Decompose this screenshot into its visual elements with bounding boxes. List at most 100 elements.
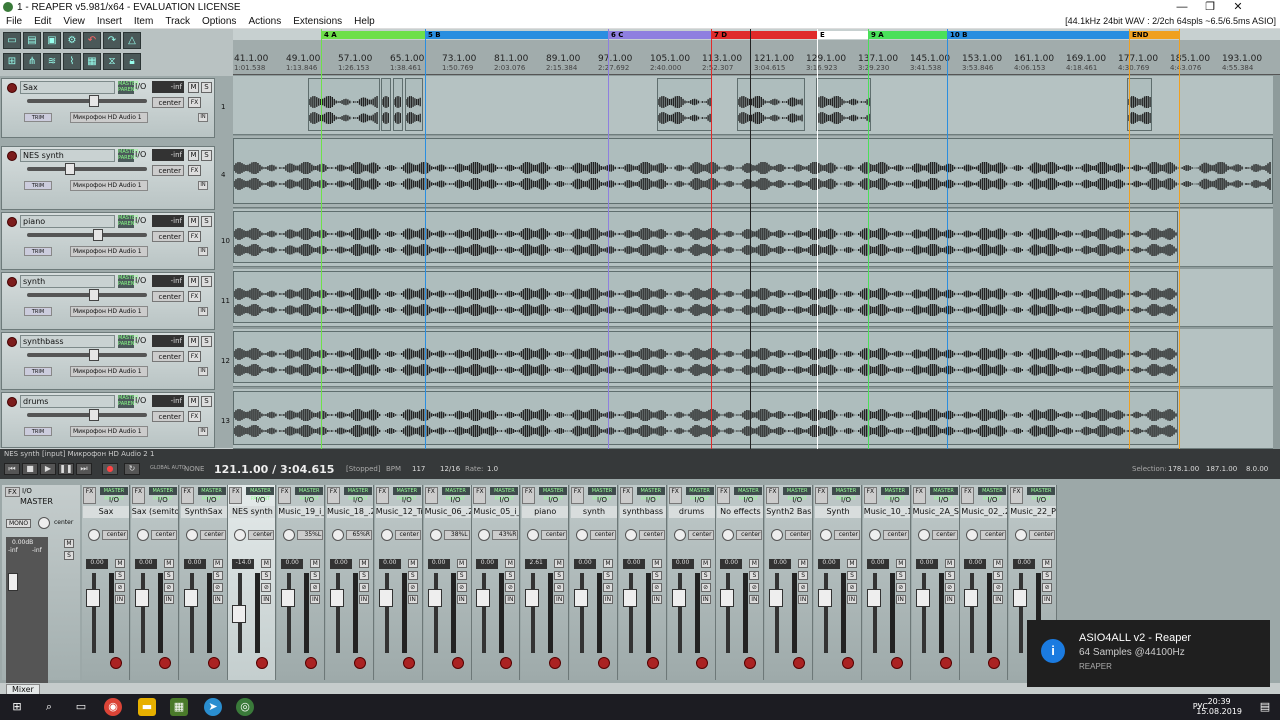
track-name[interactable]: drums <box>20 395 115 408</box>
record-arm-icon[interactable] <box>7 151 17 161</box>
fader-knob[interactable] <box>89 289 99 301</box>
undo-icon[interactable]: ↶ <box>83 32 101 49</box>
fx-button[interactable]: FX <box>188 291 201 302</box>
record-arm-icon[interactable] <box>7 397 17 407</box>
input-monitor-button[interactable]: IN <box>198 427 208 436</box>
strip-record-arm-icon[interactable] <box>451 657 464 669</box>
track-lane-5[interactable] <box>233 389 1273 449</box>
strip-fader[interactable] <box>671 589 686 607</box>
volume-fader[interactable] <box>27 409 147 421</box>
strip-volume[interactable]: 0.00 <box>622 559 645 569</box>
io-button[interactable]: I/O <box>135 336 146 345</box>
track-name[interactable]: Sax <box>20 81 115 94</box>
pan-knob[interactable] <box>380 529 393 541</box>
strip-mute[interactable]: M <box>749 559 760 568</box>
menu-insert[interactable]: Insert <box>91 16 128 27</box>
menu-track[interactable]: Track <box>159 16 196 27</box>
strip-input[interactable]: IN <box>310 595 321 604</box>
pan-knob[interactable] <box>136 529 149 541</box>
mixer-strip-15[interactable]: FX MASTER PARENT I/O Synth center 0.00 M… <box>814 485 862 694</box>
strip-fader[interactable] <box>183 589 198 607</box>
input-monitor-button[interactable]: IN <box>198 307 208 316</box>
mute-button[interactable]: M <box>188 82 199 93</box>
input-monitor-button[interactable]: IN <box>198 113 208 122</box>
strip-mute[interactable]: M <box>554 559 565 568</box>
close-icon[interactable]: ✕ <box>1224 0 1252 14</box>
mute-button[interactable]: M <box>188 276 199 287</box>
strip-name[interactable]: Music_19_i_5 <box>278 506 325 518</box>
strip-fx-button[interactable]: FX <box>327 487 340 504</box>
strip-io-button[interactable]: I/O <box>246 496 274 504</box>
media-item[interactable] <box>308 78 380 131</box>
region-0[interactable]: 4 A <box>321 31 425 39</box>
strip-fx-button[interactable]: FX <box>717 487 731 504</box>
strip-fx-button[interactable]: FX <box>180 487 194 504</box>
strip-io-button[interactable]: I/O <box>686 496 714 504</box>
mute-button[interactable]: M <box>188 216 199 227</box>
strip-volume[interactable]: 0.00 <box>964 559 987 569</box>
metronome-icon[interactable]: △ <box>123 32 141 49</box>
solo-button[interactable]: S <box>201 336 212 347</box>
selection-end[interactable]: 187.1.00 <box>1206 465 1237 473</box>
strip-fx-button[interactable]: FX <box>131 487 145 504</box>
master-io[interactable]: I/O <box>22 487 32 495</box>
strip-input[interactable]: IN <box>505 595 516 604</box>
strip-mute[interactable]: M <box>163 559 174 568</box>
master-volume[interactable]: 0.00dB <box>12 539 33 546</box>
region-bar[interactable]: 4 A5 B6 C7 DE9 A 10 B END <box>233 29 1280 40</box>
strip-name[interactable]: Music_06_.25 <box>424 506 471 518</box>
strip-solo[interactable]: S <box>359 571 369 580</box>
strip-route-button[interactable]: MASTER PARENT <box>1027 487 1056 502</box>
strip-route-button[interactable]: MASTER PARENT <box>100 487 128 502</box>
strip-pan[interactable]: center <box>834 530 860 540</box>
strip-pan[interactable]: center <box>638 530 665 540</box>
strip-name[interactable]: Music_18_.25 <box>327 506 373 518</box>
route-button[interactable]: MASTER PARENT <box>118 395 139 408</box>
strip-solo[interactable]: S <box>895 571 906 580</box>
strip-input[interactable]: IN <box>554 595 565 604</box>
region-1[interactable]: 5 B <box>425 31 608 39</box>
strip-route-button[interactable]: MASTER PARENT <box>344 487 372 502</box>
strip-fx-button[interactable]: FX <box>815 487 828 504</box>
minimize-icon[interactable]: — <box>1168 0 1196 14</box>
strip-io-button[interactable]: I/O <box>1027 496 1055 504</box>
strip-name[interactable]: Synth <box>815 506 861 518</box>
mixer-strip-5[interactable]: FX MASTER PARENT I/O Music_18_.25 65%R 0… <box>326 485 374 694</box>
strip-route-button[interactable]: MASTER PARENT <box>978 487 1007 502</box>
strip-solo[interactable]: S <box>505 571 516 580</box>
chrome-icon[interactable]: ◉ <box>104 698 122 716</box>
input-select[interactable]: Микрофон HD Audio 1 <box>70 306 148 317</box>
strip-pan[interactable]: center <box>1029 530 1056 540</box>
fader-knob[interactable] <box>89 95 99 107</box>
selection-length[interactable]: 8.0.00 <box>1246 465 1268 473</box>
mixer-strip-8[interactable]: FX MASTER PARENT I/O Music_05_i_5 43%R 0… <box>472 485 521 694</box>
strip-solo[interactable]: S <box>651 571 662 580</box>
strip-pan[interactable]: center <box>687 530 714 540</box>
strip-pan[interactable]: center <box>736 530 763 540</box>
trim-button[interactable]: TRIM <box>24 181 52 190</box>
region-5[interactable]: 9 A <box>868 31 947 39</box>
strip-record-arm-icon[interactable] <box>646 657 659 669</box>
media-item[interactable] <box>381 78 391 131</box>
strip-mute[interactable]: M <box>651 559 662 568</box>
strip-io-button[interactable]: I/O <box>100 496 128 504</box>
strip-fx-button[interactable]: FX <box>863 487 877 504</box>
strip-fader[interactable] <box>378 589 393 607</box>
strip-input[interactable]: IN <box>407 595 418 604</box>
strip-io-button[interactable]: I/O <box>588 496 616 504</box>
track-3[interactable]: synth MASTER PARENT I/O -inf M S center … <box>1 272 230 330</box>
fx-button[interactable]: FX <box>188 165 201 176</box>
strip-pan[interactable]: 38%L <box>443 530 470 540</box>
strip-volume[interactable]: 0.00 <box>866 559 889 569</box>
asio-notification[interactable]: i ASIO4ALL v2 - Reaper 64 Samples @44100… <box>1027 620 1270 687</box>
pan-knob[interactable] <box>283 529 296 541</box>
strip-record-arm-icon[interactable] <box>744 657 757 669</box>
strip-input[interactable]: IN <box>651 595 662 604</box>
strip-fader[interactable] <box>866 589 881 607</box>
strip-fader[interactable] <box>915 589 930 607</box>
strip-route-button[interactable]: MASTER PARENT <box>588 487 616 502</box>
strip-input[interactable]: IN <box>700 595 711 604</box>
strip-record-arm-icon[interactable] <box>500 657 513 669</box>
strip-name[interactable]: Sax <box>83 506 129 518</box>
fader-knob[interactable] <box>89 349 99 361</box>
